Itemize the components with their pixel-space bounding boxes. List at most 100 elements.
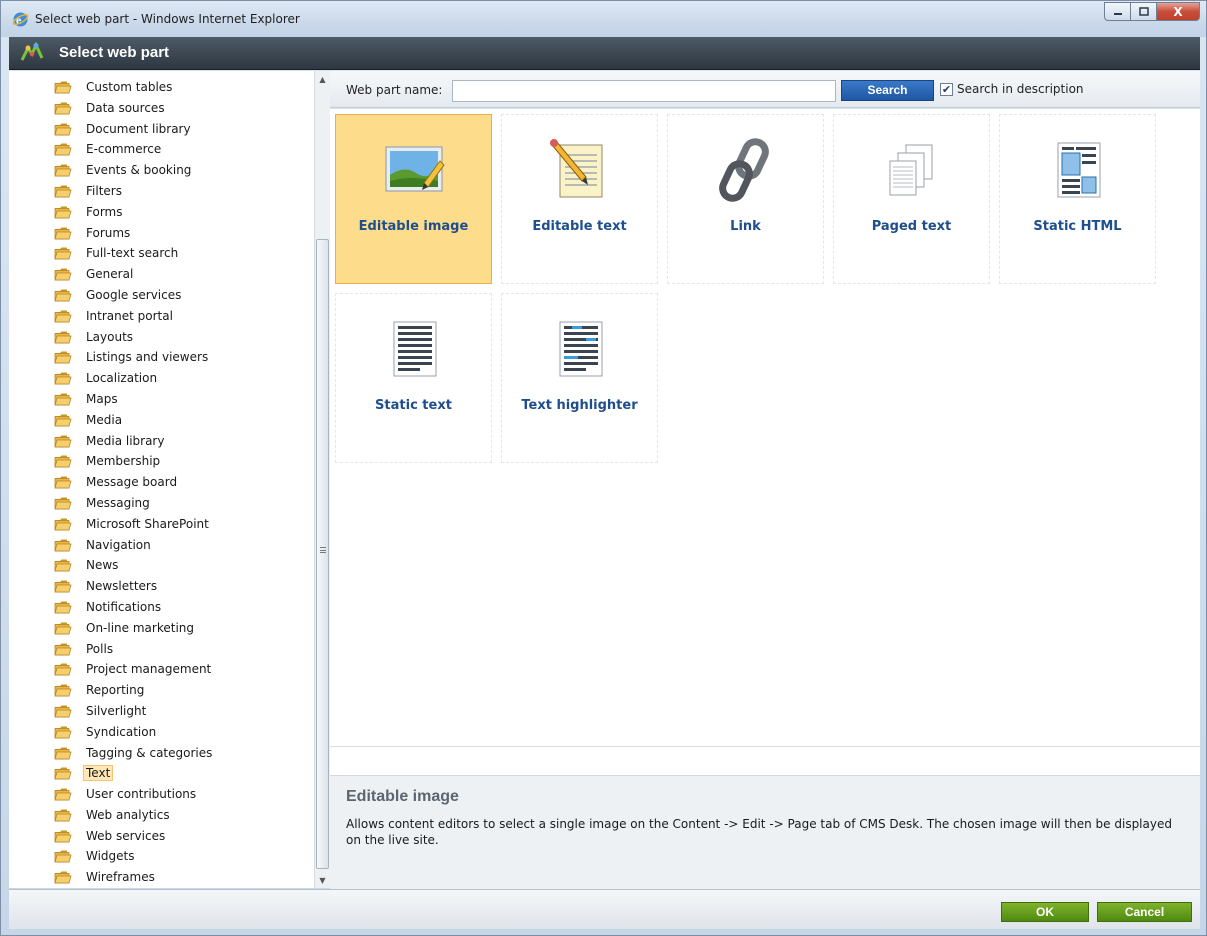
tree-item[interactable]: Silverlight [9,701,315,722]
scroll-down-button[interactable]: ▼ [315,872,330,888]
webpart-tile[interactable]: Text highlighter [501,293,658,463]
webpart-grid: Editable image Editable text Link Paged tex… [330,109,1200,746]
tree-item[interactable]: Newsletters [9,576,315,597]
expand-arrow-icon[interactable] [40,726,47,737]
folder-icon [54,539,72,551]
cancel-button[interactable]: Cancel [1097,902,1192,922]
tree-item[interactable]: Web analytics [9,805,315,826]
webpart-tile[interactable]: Link [667,114,824,284]
tree-item[interactable]: Microsoft SharePoint [9,514,315,535]
tree-item-label: Custom tables [86,80,173,94]
tree-scrollbar[interactable]: ▲ ▼ [314,71,330,888]
window-title: Select web part - Windows Internet Explo… [35,12,300,26]
tree-item-label: On-line marketing [86,620,194,635]
tree-item[interactable]: Navigation [9,535,315,556]
folder-icon [54,622,72,635]
tree-item-label: Forums [86,225,131,240]
tree-item[interactable]: Tagging & categories [9,743,315,764]
search-button[interactable]: Search [841,80,934,101]
tree-item[interactable]: Project management [9,659,315,680]
tree-item[interactable]: Layouts [9,327,315,348]
tree-item[interactable]: Web services [9,826,315,847]
tree-item-label: Events & booking [86,163,192,178]
tree-item-label: Full-text search [86,246,179,261]
webpart-tile[interactable]: Static text [335,293,492,463]
folder-icon [54,206,72,219]
tree-item[interactable]: Intranet portal [9,306,315,327]
tree-item[interactable]: Text [9,763,315,784]
tree-item[interactable]: Data sources [9,98,315,119]
tree-item[interactable]: Message board [9,472,315,493]
tree-item[interactable]: Messaging [9,493,315,514]
tree-item[interactable]: Polls [9,639,315,660]
scrollbar-thumb[interactable] [316,239,329,869]
tree-item[interactable]: Reporting [9,680,315,701]
close-button[interactable]: X [1156,2,1200,21]
expand-arrow-icon[interactable] [40,352,47,363]
tree-item[interactable]: Wireframes [9,867,315,888]
tree-item[interactable]: Filters [9,181,315,202]
tree-item-label: Reporting [86,683,145,698]
tree-item[interactable]: Media library [9,431,315,452]
tree-item[interactable]: General [9,264,315,285]
tree-item[interactable]: Google services [9,285,315,306]
tree-item[interactable]: User contributions [9,784,315,805]
tree-item-label: Maps [86,391,118,406]
tree-item[interactable]: Events & booking [9,160,315,181]
tree-item[interactable]: Listings and viewers [9,347,315,368]
tree-item[interactable]: News [9,555,315,576]
tree-item[interactable]: Media [9,410,315,431]
tree-item[interactable]: Full-text search [9,243,315,264]
tree-item[interactable]: Localization [9,368,315,389]
folder-icon [54,102,72,115]
tree-item[interactable]: Notifications [9,597,315,618]
expand-arrow-icon[interactable] [40,227,47,238]
tree-item[interactable]: Maps [9,389,315,410]
static-text-icon [393,321,437,377]
tree-item[interactable]: Forms [9,202,315,223]
tree-item[interactable]: Custom tables [9,77,315,98]
folder-icon [54,747,72,759]
webpart-tile-label: Editable image [358,219,469,234]
tree-item[interactable]: On-line marketing [9,618,315,639]
tree-item[interactable]: E-commerce [9,139,315,160]
tree-item[interactable]: Syndication [9,722,315,743]
folder-icon [54,684,72,697]
webpart-logo-icon [20,42,44,61]
ok-button[interactable]: OK [1001,902,1089,922]
webpart-tile[interactable]: Static HTML [999,114,1156,284]
expand-arrow-icon[interactable] [40,456,47,467]
dialog-header: Select web part [9,37,1200,70]
expand-arrow-icon[interactable] [40,102,47,113]
folder-icon [54,767,72,780]
webpart-tile[interactable]: Paged text [833,114,990,284]
expand-arrow-icon[interactable] [40,393,47,404]
tree-item-label: Syndication [86,724,157,739]
tree-item[interactable]: Forums [9,223,315,244]
tree-item-label: Silverlight [86,703,147,718]
tree-item[interactable]: Membership [9,451,315,472]
expand-arrow-icon[interactable] [40,269,47,280]
folder-icon [54,247,72,260]
webpart-tile-label: Paged text [871,219,952,234]
scroll-up-button[interactable]: ▲ [315,71,330,87]
webpart-tile[interactable]: Editable text [501,114,658,284]
maximize-button[interactable] [1130,2,1156,21]
tree-item-label: Message board [86,475,178,490]
tree-item-label: Web services [86,828,166,843]
search-bar: Web part name: Search ✔ Search in descri… [330,71,1200,108]
folder-icon [54,601,72,614]
webpart-tile-label: Editable text [532,219,627,234]
expand-arrow-icon[interactable] [40,872,47,883]
tree-item[interactable]: Widgets [9,846,315,867]
expand-arrow-icon[interactable] [40,248,47,259]
minimize-button[interactable] [1104,2,1130,21]
close-icon: X [1173,4,1183,19]
search-in-description-checkbox[interactable]: ✔ [940,83,953,96]
folder-icon [54,559,72,572]
tree-item-label: Filters [86,183,122,198]
webpart-name-input[interactable] [452,80,836,102]
tree-item[interactable]: Document library [9,119,315,140]
webpart-tile[interactable]: Editable image [335,114,492,284]
expand-arrow-icon[interactable] [40,144,47,155]
